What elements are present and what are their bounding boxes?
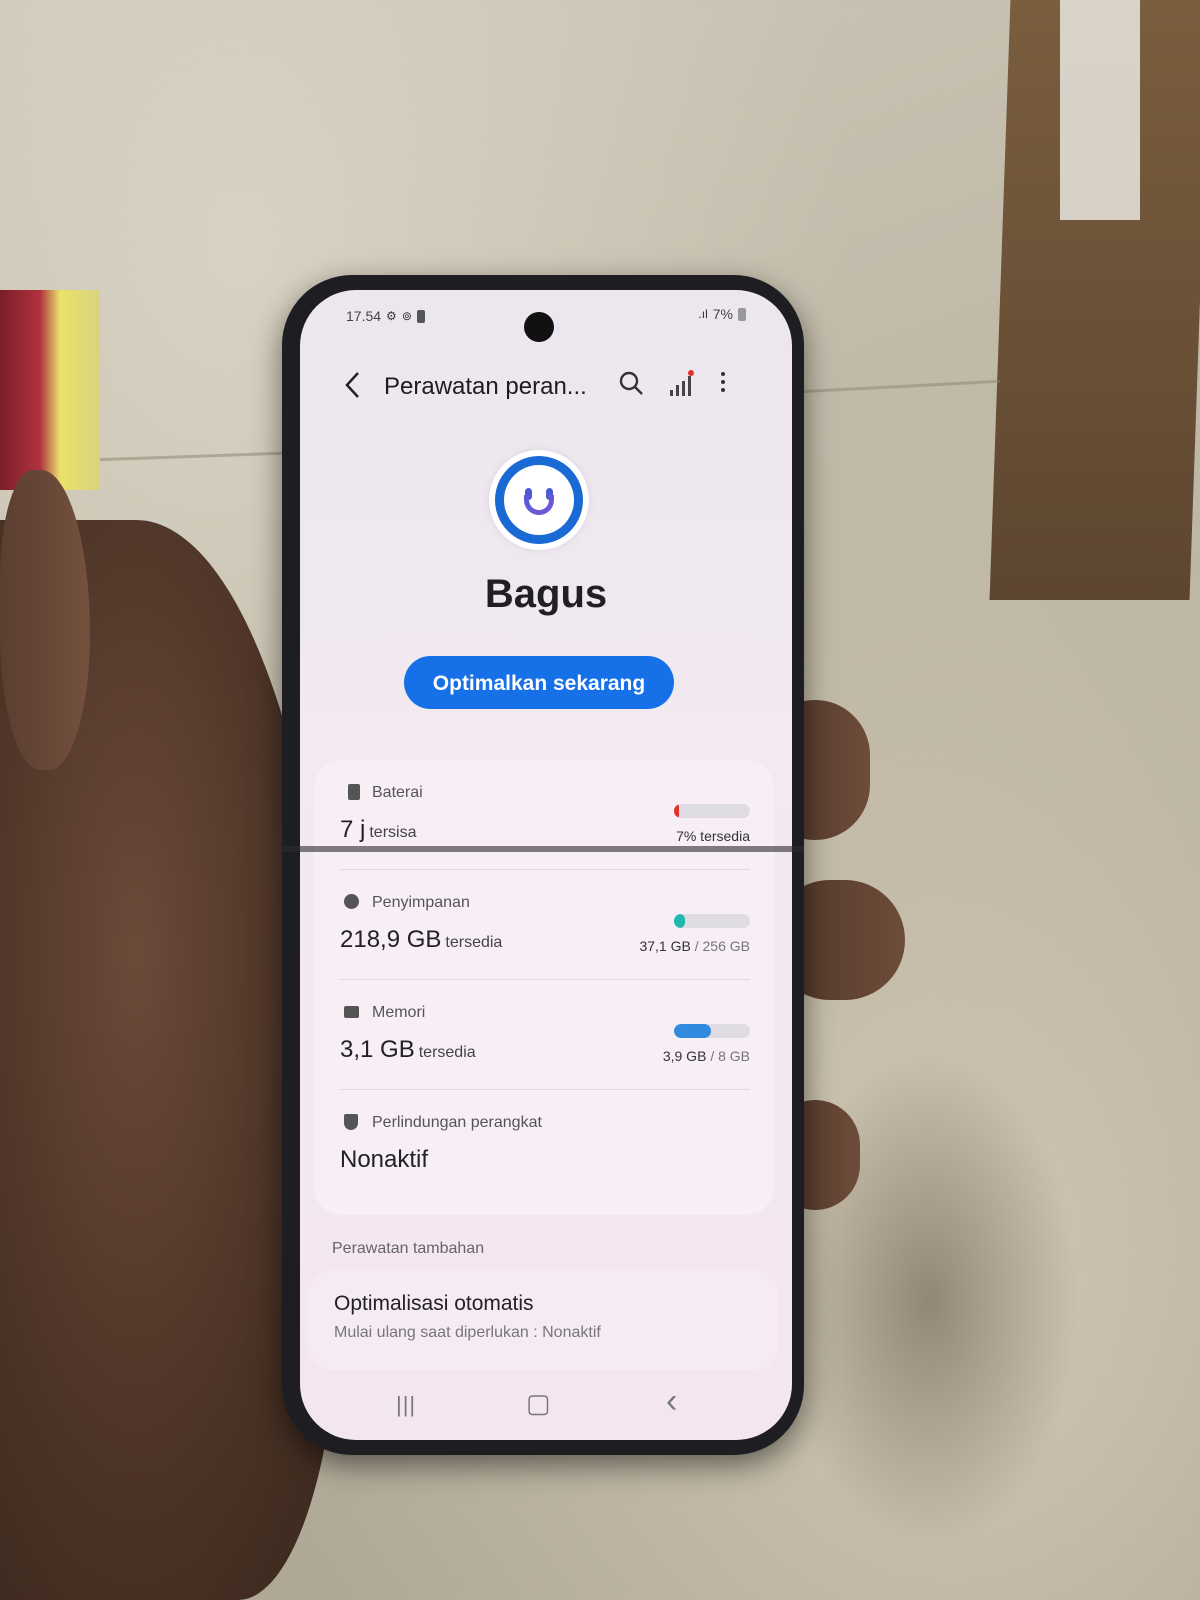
back-nav-button[interactable]: ‹ xyxy=(666,1382,677,1421)
floor-tile-line xyxy=(800,379,1000,394)
storage-label: Penyimpanan xyxy=(372,894,470,911)
protection-row[interactable]: Perlindungan perangkat Nonaktif xyxy=(314,1090,774,1200)
bar-chart-icon[interactable] xyxy=(670,376,692,396)
search-button[interactable] xyxy=(618,370,644,403)
memory-suffix: tersedia xyxy=(418,1044,476,1061)
memory-main: 3,1 GB xyxy=(340,1036,415,1063)
recents-button[interactable]: ||| xyxy=(396,1392,416,1418)
battery-row[interactable]: Baterai 7 j tersisa 7% tersedia xyxy=(314,760,774,870)
memory-chip-icon xyxy=(344,1006,359,1018)
memory-row[interactable]: Memori 3,1 GB tersedia 3,9 GB / 8 GB xyxy=(314,980,774,1090)
storage-detail-text: 37,1 GB xyxy=(639,938,691,954)
battery-icon xyxy=(348,784,360,800)
page-title: Perawatan peran... xyxy=(384,373,587,400)
memory-label: Memori xyxy=(372,1004,426,1021)
memory-detail: 3,9 GB / 8 GB xyxy=(663,1048,750,1064)
storage-detail-dim: / 256 GB xyxy=(694,938,750,954)
hand-thumb xyxy=(0,470,90,770)
battery-value: 7 j tersisa xyxy=(340,816,416,844)
battery-suffix: tersisa xyxy=(369,824,417,841)
battery-level-bar xyxy=(674,804,750,818)
memory-detail-dim: / 8 GB xyxy=(710,1048,750,1064)
optimize-now-button[interactable]: Optimalkan sekarang xyxy=(404,656,674,709)
book xyxy=(0,290,100,490)
phone-hinge xyxy=(282,846,804,852)
home-button[interactable]: ▢ xyxy=(526,1388,551,1419)
battery-percent: 7% xyxy=(712,306,733,322)
chevron-left-icon xyxy=(345,372,359,398)
section-title: Perawatan tambahan xyxy=(332,1240,485,1257)
storage-value: 218,9 GB tersedia xyxy=(340,926,502,954)
nav-bar: ||| ▢ ‹ xyxy=(300,1380,792,1440)
box-label xyxy=(1060,0,1140,220)
battery-label: Baterai xyxy=(372,784,423,801)
auto-optimize-subtitle: Mulai ulang saat diperlukan : Nonaktif xyxy=(334,1324,601,1341)
status-bar: 17.54 ⚙ ⊚ .ıl 7% xyxy=(300,304,792,342)
sync-icon: ⊚ xyxy=(401,309,412,323)
storage-main: 218,9 GB xyxy=(340,926,442,953)
phone-screen: 17.54 ⚙ ⊚ .ıl 7% Perawatan peran... Bagu… xyxy=(300,290,792,1440)
storage-pie-icon xyxy=(344,894,359,909)
protection-main: Nonaktif xyxy=(340,1146,429,1173)
shield-icon xyxy=(344,1114,358,1130)
battery-alert-icon xyxy=(416,309,425,323)
status-right: .ıl 7% xyxy=(698,306,746,322)
floor-tile-line xyxy=(80,451,300,462)
front-camera xyxy=(524,312,554,342)
more-vert-icon[interactable] xyxy=(720,372,726,396)
protection-value: Nonaktif xyxy=(340,1146,432,1174)
battery-icon xyxy=(738,307,746,321)
status-time: 17.54 xyxy=(346,308,382,324)
app-bar: Perawatan peran... xyxy=(300,362,792,412)
smiley-status-icon xyxy=(489,450,589,550)
storage-level-bar xyxy=(674,914,750,928)
storage-detail: 37,1 GB / 256 GB xyxy=(639,938,750,954)
care-summary-card: Baterai 7 j tersisa 7% tersedia Penyimpan… xyxy=(314,760,774,1215)
signal-icon: .ıl xyxy=(698,307,708,321)
storage-suffix: tersedia xyxy=(445,934,503,951)
search-icon xyxy=(619,371,643,395)
storage-level-fill xyxy=(674,914,686,928)
battery-main: 7 j xyxy=(340,816,366,843)
storage-row[interactable]: Penyimpanan 218,9 GB tersedia 37,1 GB / 2… xyxy=(314,870,774,980)
battery-detail: 7% tersedia xyxy=(676,828,750,844)
auto-optimize-item[interactable]: Optimalisasi otomatis Mulai ulang saat d… xyxy=(308,1270,778,1370)
battery-detail-text: 7% tersedia xyxy=(676,828,750,844)
notification-dot xyxy=(688,370,694,376)
memory-level-bar xyxy=(674,1024,750,1038)
back-button[interactable] xyxy=(344,370,362,408)
memory-detail-text: 3,9 GB xyxy=(662,1048,707,1064)
status-left: 17.54 ⚙ ⊚ xyxy=(346,308,425,324)
protection-label: Perlindungan perangkat xyxy=(372,1114,542,1131)
auto-optimize-title: Optimalisasi otomatis xyxy=(334,1292,534,1315)
memory-value: 3,1 GB tersedia xyxy=(340,1036,476,1064)
memory-level-fill xyxy=(674,1024,712,1038)
battery-level-fill xyxy=(674,804,680,818)
device-status-text: Bagus xyxy=(484,572,608,616)
settings-icon: ⚙ xyxy=(386,309,397,323)
